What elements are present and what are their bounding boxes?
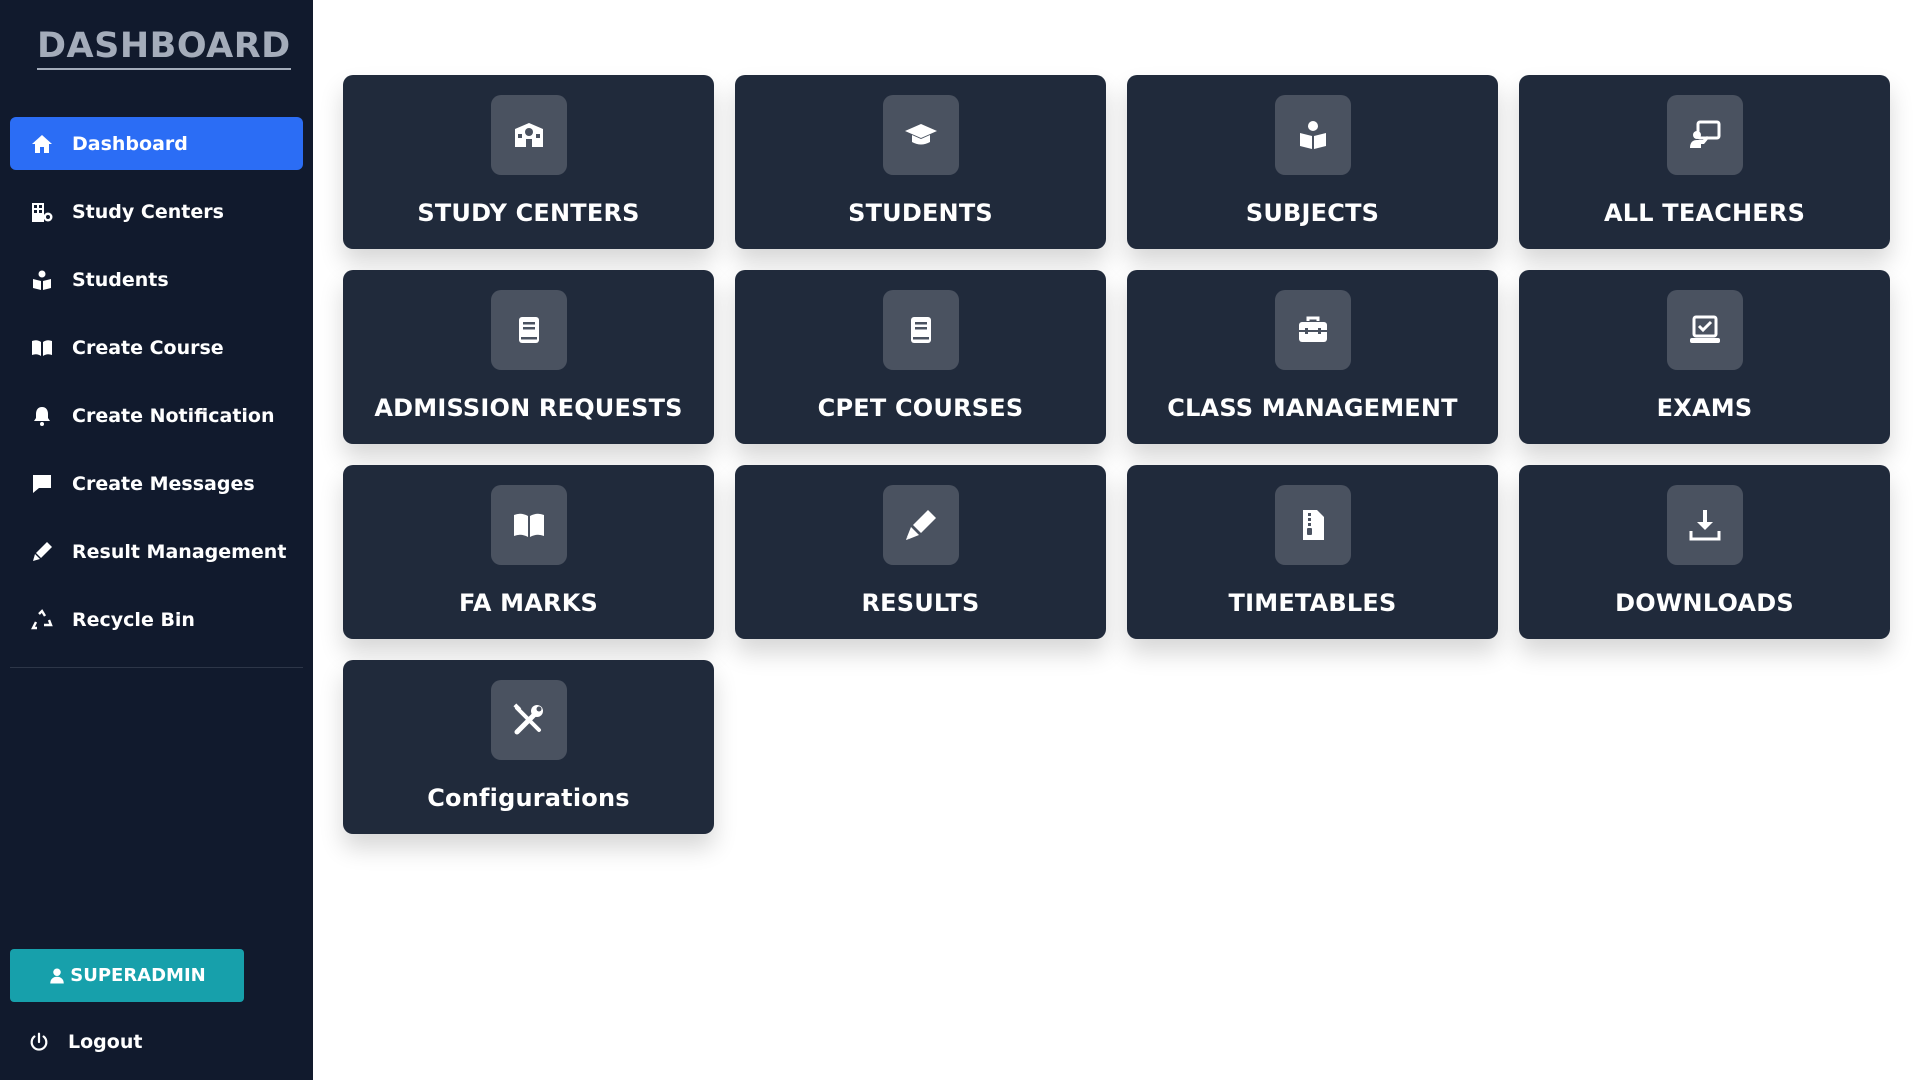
sidebar-divider	[10, 667, 303, 668]
card-label: SUBJECTS	[1245, 199, 1380, 227]
sidebar-item-create-course[interactable]: Create Course	[10, 321, 303, 374]
logout-label: Logout	[68, 1031, 143, 1053]
card-label: FA MARKS	[459, 589, 598, 617]
card-label: ADMISSION REQUESTS	[374, 394, 683, 422]
sidebar: DASHBOARD Dashboard Study Centers Studen…	[0, 0, 313, 1080]
sidebar-item-study-centers[interactable]: Study Centers	[10, 185, 303, 238]
sidebar-item-result-management[interactable]: Result Management	[10, 525, 303, 578]
card-subjects[interactable]: SUBJECTS	[1127, 75, 1498, 249]
card-results[interactable]: RESULTS	[735, 465, 1106, 639]
brand-title: DASHBOARD	[37, 26, 291, 70]
screwdriver-wrench-icon	[490, 680, 567, 760]
sidebar-item-label: Students	[72, 268, 169, 291]
card-label: DOWNLOADS	[1615, 589, 1794, 617]
school-icon	[490, 95, 567, 175]
card-timetables[interactable]: TIMETABLES	[1127, 465, 1498, 639]
teacher-icon	[1666, 95, 1743, 175]
pen-icon	[28, 538, 56, 566]
user-icon	[48, 967, 70, 985]
superadmin-label: SUPERADMIN	[70, 965, 206, 986]
card-label: EXAMS	[1656, 394, 1753, 422]
card-cpet-courses[interactable]: CPET COURSES	[735, 270, 1106, 444]
card-downloads[interactable]: DOWNLOADS	[1519, 465, 1890, 639]
superadmin-button[interactable]: SUPERADMIN	[10, 949, 244, 1002]
card-study-centers[interactable]: STUDY CENTERS	[343, 75, 714, 249]
power-icon	[28, 1031, 68, 1053]
reader-icon	[28, 266, 56, 294]
sidebar-item-create-messages[interactable]: Create Messages	[10, 457, 303, 510]
sidebar-item-students[interactable]: Students	[10, 253, 303, 306]
open-book-icon	[28, 334, 56, 362]
home-icon	[28, 130, 56, 158]
sidebar-item-label: Recycle Bin	[72, 608, 195, 631]
reader-icon	[1274, 95, 1351, 175]
card-class-management[interactable]: CLASS MANAGEMENT	[1127, 270, 1498, 444]
sidebar-item-label: Dashboard	[72, 132, 188, 155]
open-book-icon	[490, 485, 567, 565]
card-label: CLASS MANAGEMENT	[1167, 394, 1458, 422]
card-label: TIMETABLES	[1228, 589, 1397, 617]
sidebar-item-label: Create Course	[72, 336, 224, 359]
card-label: ALL TEACHERS	[1603, 199, 1806, 227]
sidebar-item-label: Create Messages	[72, 472, 255, 495]
bell-icon	[28, 402, 56, 430]
message-icon	[28, 470, 56, 498]
card-exams[interactable]: EXAMS	[1519, 270, 1890, 444]
card-label: RESULTS	[861, 589, 980, 617]
sidebar-item-dashboard[interactable]: Dashboard	[10, 117, 303, 170]
card-fa-marks[interactable]: FA MARKS	[343, 465, 714, 639]
book-icon	[490, 290, 567, 370]
sidebar-item-label: Create Notification	[72, 404, 275, 427]
graduation-cap-icon	[882, 95, 959, 175]
sidebar-nav: Dashboard Study Centers Students Create …	[10, 117, 303, 661]
building-icon	[28, 198, 56, 226]
card-label: STUDY CENTERS	[417, 199, 640, 227]
logout-button[interactable]: Logout	[28, 1022, 142, 1062]
sidebar-item-label: Study Centers	[72, 200, 224, 223]
file-zipper-icon	[1274, 485, 1351, 565]
recycle-icon	[28, 606, 56, 634]
card-students[interactable]: STUDENTS	[735, 75, 1106, 249]
sidebar-item-create-notification[interactable]: Create Notification	[10, 389, 303, 442]
download-icon	[1666, 485, 1743, 565]
toolbox-icon	[1274, 290, 1351, 370]
card-admission-requests[interactable]: ADMISSION REQUESTS	[343, 270, 714, 444]
book-icon	[882, 290, 959, 370]
marker-icon	[882, 485, 959, 565]
check-square-icon	[1666, 290, 1743, 370]
dashboard-card-grid: STUDY CENTERS STUDENTS SUBJECTS ALL TEAC…	[343, 75, 1891, 834]
card-configurations[interactable]: Configurations	[343, 660, 714, 834]
sidebar-item-label: Result Management	[72, 540, 287, 563]
card-label: STUDENTS	[848, 199, 993, 227]
card-label: Configurations	[427, 784, 630, 812]
sidebar-item-recycle-bin[interactable]: Recycle Bin	[10, 593, 303, 646]
card-label: CPET COURSES	[817, 394, 1024, 422]
card-all-teachers[interactable]: ALL TEACHERS	[1519, 75, 1890, 249]
